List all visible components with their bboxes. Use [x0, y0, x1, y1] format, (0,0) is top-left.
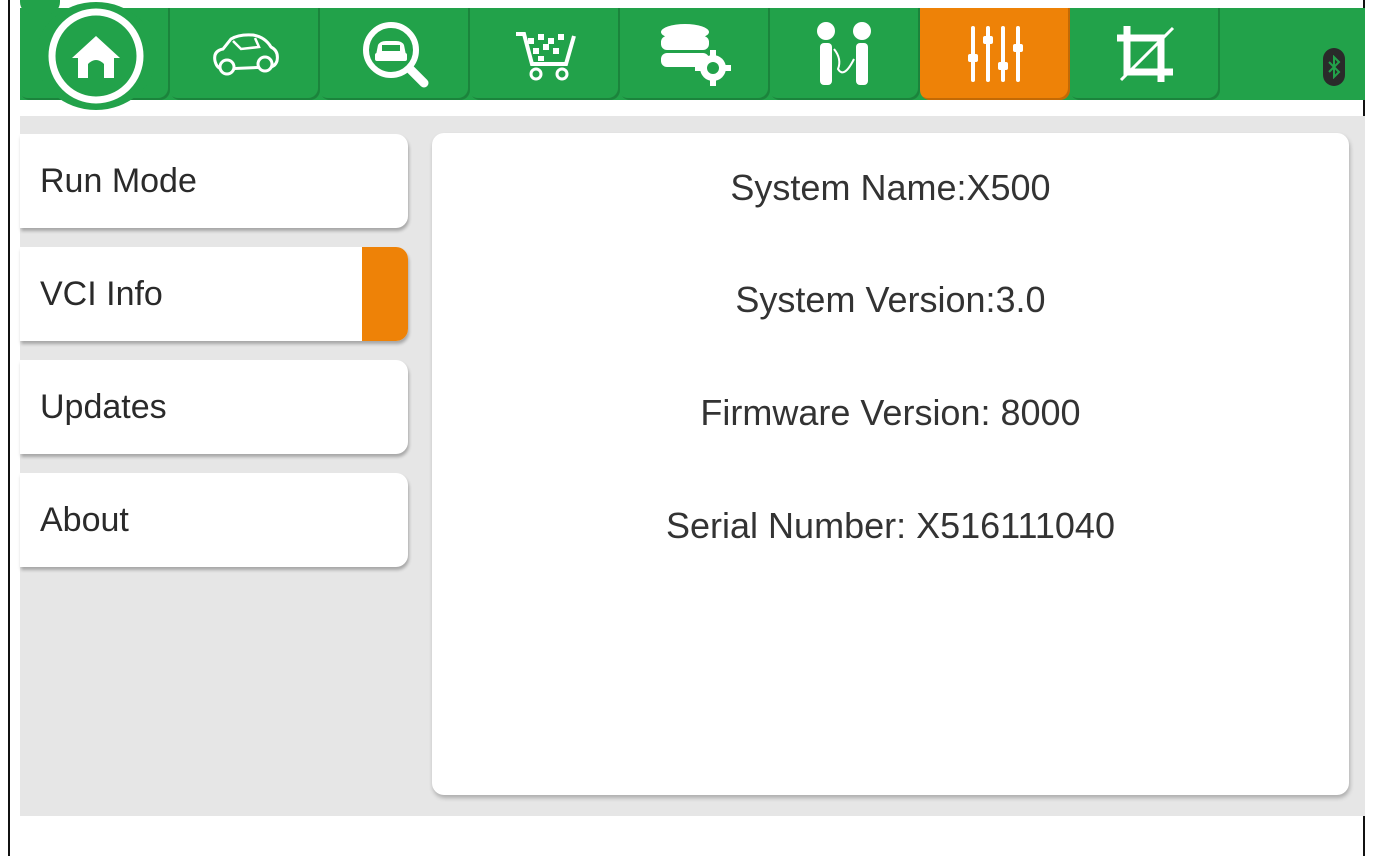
system-version: System Version:3.0 [735, 279, 1046, 320]
sidebar-item-vci-info[interactable]: VCI Info [20, 247, 408, 341]
serial-number: Serial Number: X516111040 [666, 505, 1115, 546]
sidebar-item-label: Run Mode [40, 161, 197, 200]
firmware-version: Firmware Version: 8000 [700, 392, 1081, 433]
tab-settings[interactable] [920, 8, 1070, 100]
car-icon [209, 31, 281, 77]
tab-shop[interactable] [470, 8, 620, 100]
vci-info-panel: System Name:X500 System Version:3.0 Firm… [432, 133, 1349, 795]
sidebar-item-label: About [40, 500, 129, 539]
car-search-icon [358, 17, 432, 91]
sidebar-item-updates[interactable]: Updates [20, 360, 408, 454]
tab-home[interactable] [20, 2, 170, 110]
sidebar-item-label: Updates [40, 387, 167, 426]
sidebar-item-about[interactable]: About [20, 473, 408, 567]
bluetooth-icon[interactable] [1323, 48, 1345, 86]
tab-vehicle[interactable] [170, 8, 320, 100]
tab-data[interactable] [620, 8, 770, 100]
home-icon [36, 2, 156, 110]
tab-tools[interactable] [1070, 8, 1220, 100]
tab-support[interactable] [770, 8, 920, 100]
settings-sliders-icon [965, 22, 1025, 86]
people-talk-icon [810, 19, 880, 89]
selected-indicator [362, 247, 408, 341]
tab-diagnose[interactable] [320, 8, 470, 100]
system-name: System Name:X500 [730, 167, 1051, 208]
sidebar-item-run-mode[interactable]: Run Mode [20, 134, 408, 228]
database-settings-icon [657, 22, 733, 86]
shopping-cart-icon [512, 26, 578, 82]
top-toolbar [20, 2, 1365, 110]
corner-accent [20, 0, 60, 14]
main-content: Run Mode VCI Info Updates About System N… [20, 116, 1365, 816]
sidebar-item-label: VCI Info [40, 274, 163, 313]
crop-icon [1113, 22, 1177, 86]
